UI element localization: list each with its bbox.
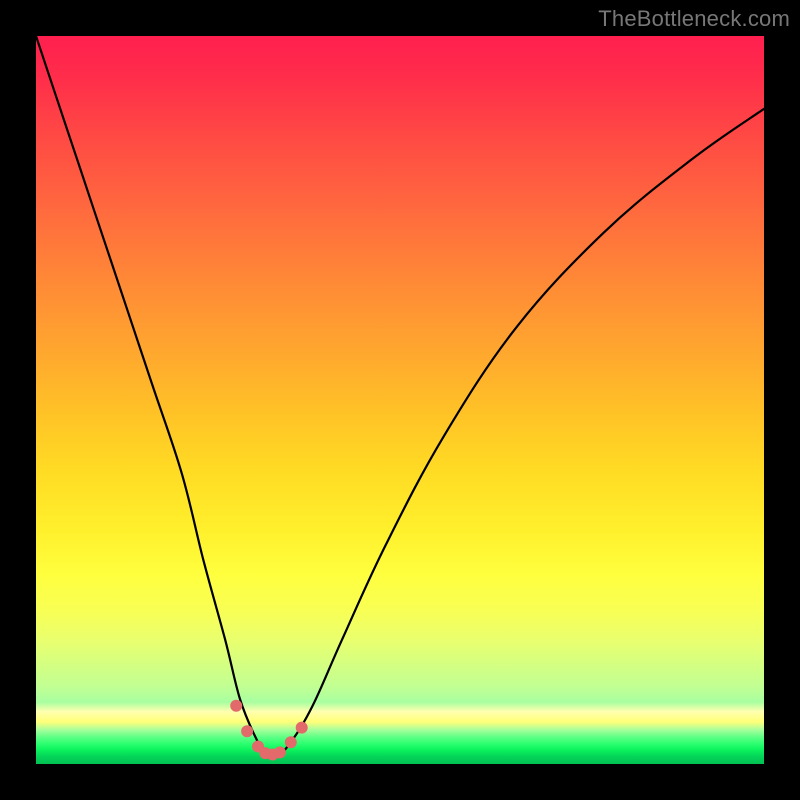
plot-area (36, 36, 764, 764)
watermark-text: TheBottleneck.com (598, 6, 790, 32)
trough-dots (230, 700, 308, 761)
bottleneck-curve (36, 36, 764, 758)
curve-layer (36, 36, 764, 764)
trough-dot (241, 725, 253, 737)
trough-dot (274, 746, 286, 758)
chart-frame: TheBottleneck.com (0, 0, 800, 800)
trough-dot (230, 700, 242, 712)
trough-dot (296, 722, 308, 734)
trough-dot (285, 736, 297, 748)
